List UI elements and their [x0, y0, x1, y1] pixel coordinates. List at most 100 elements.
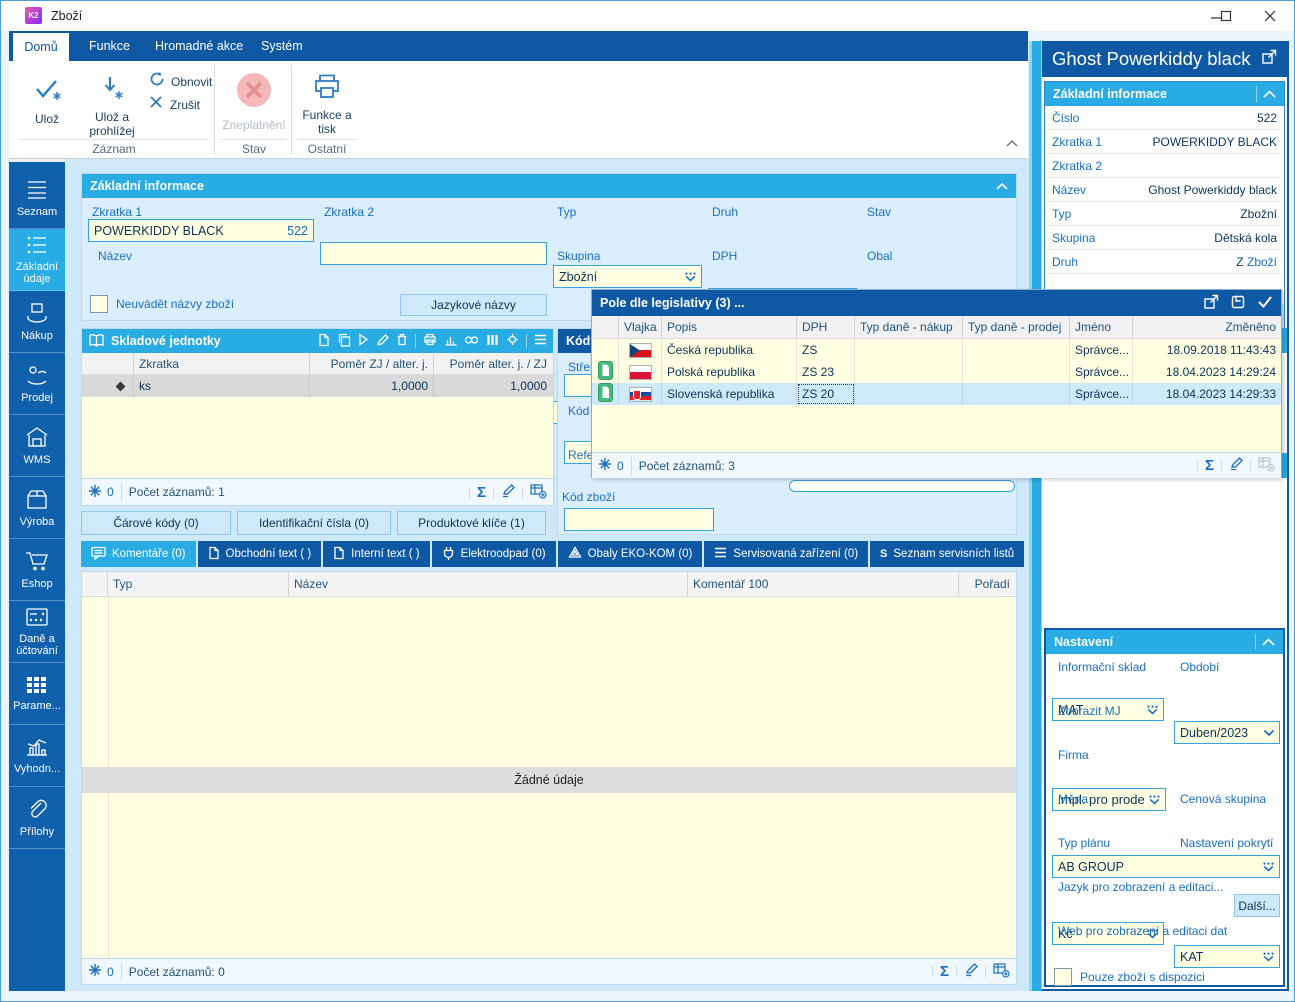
checkbox-icon[interactable]	[90, 295, 108, 313]
sidebar-item-prilohy[interactable]: Přílohy	[9, 787, 65, 849]
popup-pin-icon[interactable]	[1231, 295, 1245, 312]
tab-domu[interactable]: Domů	[13, 33, 69, 61]
dispozice-checkbox[interactable]: Pouze zboží s dispozici	[1054, 968, 1205, 986]
skupina-label: Skupina	[557, 249, 601, 263]
zkratka1-field[interactable]: POWERKIDDY BLACK 522	[88, 219, 314, 242]
print-icon[interactable]	[423, 333, 437, 349]
stock-units-row[interactable]: ks 1,0000 1,0000	[82, 375, 553, 397]
delete-icon[interactable]	[396, 333, 408, 349]
sidebar-item-seznam[interactable]: Seznam	[9, 167, 65, 229]
play-icon[interactable]	[358, 333, 369, 349]
settings-gear-icon[interactable]	[506, 333, 519, 349]
edit-pencil-icon[interactable]	[964, 963, 978, 980]
save-icon	[31, 75, 63, 108]
barcodes-button[interactable]: Čárové kódy (0)	[81, 511, 231, 535]
zkratka2-field[interactable]	[320, 242, 547, 265]
obdobi-select[interactable]: Duben/2023	[1174, 721, 1280, 744]
save-button[interactable]: Ulož	[19, 67, 75, 139]
tab-seznam-servisnich-listu[interactable]: S Seznam servisních listů	[870, 541, 1025, 567]
reference-field[interactable]	[564, 508, 714, 531]
dropdown-icon[interactable]	[684, 272, 697, 282]
popup-external-icon[interactable]	[1204, 294, 1219, 312]
collapse-icon[interactable]	[996, 179, 1008, 193]
web-label: Web pro zobrazení a editaci dat	[1058, 924, 1228, 938]
comments-footer: 0 Počet záznamů: 0 Σ	[82, 958, 1016, 984]
edit-icon[interactable]	[376, 333, 389, 349]
add-table-icon[interactable]	[530, 483, 547, 502]
druh-link[interactable]: Zboží	[1247, 255, 1277, 269]
empty-data-banner: Žádné údaje	[82, 767, 1016, 793]
chart-icon[interactable]	[444, 334, 457, 349]
maximize-button[interactable]	[1204, 2, 1248, 30]
sidebar-item-parametry[interactable]: Parame...	[9, 663, 65, 725]
menu-icon[interactable]	[534, 334, 547, 348]
dropdown-icon[interactable]	[1148, 795, 1161, 805]
popup-titlebar[interactable]: Pole dle legislativy (3) ...	[592, 290, 1281, 316]
open-external-icon[interactable]	[1262, 49, 1277, 69]
legislativa-popup: Pole dle legislativy (3) ... Vlajka Popi…	[591, 289, 1282, 478]
refresh-button[interactable]: Obnovit	[149, 71, 212, 92]
tab-elektroodpad[interactable]: Elektroodpad (0)	[431, 541, 556, 567]
checkbox-icon[interactable]	[1054, 968, 1072, 986]
right-basic-info-header[interactable]: Základní informace	[1045, 82, 1284, 106]
snowflake-icon[interactable]	[598, 457, 612, 474]
tab-obchodni-text[interactable]: Obchodní text ( )	[197, 541, 322, 567]
legislation-row-pl[interactable]: Polská republika ZS 23 Správce... 18.04.…	[592, 361, 1281, 383]
ribbon-group-ostatni: Ostatní	[297, 139, 357, 156]
ribbon-collapse-icon[interactable]	[1006, 134, 1018, 152]
copy-icon[interactable]	[337, 333, 351, 350]
popup-confirm-icon[interactable]	[1257, 295, 1273, 311]
sidebar-item-nakup[interactable]: Nákup	[9, 291, 65, 353]
sum-icon[interactable]: Σ	[1205, 457, 1214, 474]
sidebar-item-vyroba[interactable]: Výroba	[9, 477, 65, 539]
chevron-down-icon[interactable]	[1263, 729, 1275, 737]
collapse-icon[interactable]	[1263, 87, 1276, 101]
language-names-button[interactable]: Jazykové názvy	[400, 294, 547, 316]
snowflake-icon[interactable]	[88, 484, 102, 501]
tab-funkce[interactable]: Funkce	[81, 31, 138, 61]
panel-splitter[interactable]	[1029, 41, 1041, 991]
identification-numbers-button[interactable]: Identifikační čísla (0)	[237, 511, 391, 535]
legislation-row-sk[interactable]: Slovenská republika ZS 20 Správce... 18.…	[592, 383, 1281, 405]
dropdown-icon[interactable]	[1262, 862, 1275, 872]
dropdown-icon[interactable]	[1146, 705, 1159, 715]
sum-icon[interactable]: Σ	[940, 963, 949, 980]
product-keys-button[interactable]: Produktové klíče (1)	[397, 511, 546, 535]
close-button[interactable]	[1248, 2, 1292, 30]
dalsi-button[interactable]: Další...	[1234, 894, 1280, 917]
snowflake-icon[interactable]	[88, 963, 102, 980]
legislation-row-cz[interactable]: Česká republika ZS Správce... 18.09.2018…	[592, 339, 1281, 361]
no-names-checkbox[interactable]: Neuvádět názvy zboží	[90, 295, 234, 313]
new-record-icon[interactable]	[318, 333, 330, 350]
tab-komentare[interactable]: Komentáře (0)	[81, 541, 196, 567]
tab-hromadne-akce[interactable]: Hromadné akce	[147, 31, 251, 61]
codes-scrollbar[interactable]	[789, 480, 1015, 492]
typ-select[interactable]: Zbožní	[553, 265, 702, 288]
tab-interni-text[interactable]: Interní text ( )	[323, 541, 430, 567]
sum-icon[interactable]: Σ	[477, 484, 486, 501]
sidebar-item-eshop[interactable]: Eshop	[9, 539, 65, 601]
sidebar-item-dane-a-uctovani[interactable]: Daně a účtování	[9, 601, 65, 663]
tab-servisovana-zarizeni[interactable]: Servisovaná zařízení (0)	[704, 541, 869, 567]
collapse-icon[interactable]	[1262, 635, 1275, 649]
firma-select[interactable]: AB GROUP	[1052, 855, 1280, 878]
sklad-label: Informační sklad	[1058, 660, 1147, 674]
sidebar-item-prodej[interactable]: Prodej	[9, 353, 65, 415]
basic-info-header[interactable]: Základní informace	[82, 174, 1016, 198]
ribbon-body: Ulož Ulož a prohlížej Obnovit Zrušit Zne…	[9, 61, 1028, 159]
edit-pencil-icon[interactable]	[501, 483, 515, 501]
sidebar-item-vyhodnoceni[interactable]: Vyhodn...	[9, 725, 65, 787]
settings-header[interactable]: Nastavení	[1046, 630, 1283, 654]
add-table-icon[interactable]	[993, 962, 1010, 981]
firma-label: Firma	[1058, 748, 1089, 762]
cancel-button[interactable]: Zrušit	[149, 95, 200, 114]
columns-icon[interactable]	[486, 334, 499, 349]
sidebar-item-zakladni-udaje[interactable]: Základní údaje	[9, 229, 65, 291]
dropdown-icon[interactable]	[1262, 952, 1275, 962]
sidebar-item-wms[interactable]: WMS	[9, 415, 65, 477]
tab-system[interactable]: Systém	[253, 31, 311, 61]
cenova-select[interactable]: KAT	[1174, 945, 1280, 968]
edit-pencil-icon[interactable]	[1229, 457, 1243, 474]
tab-obaly-eko-kom[interactable]: Obaly EKO-KOM (0)	[557, 541, 703, 567]
gears-icon[interactable]	[464, 334, 479, 349]
